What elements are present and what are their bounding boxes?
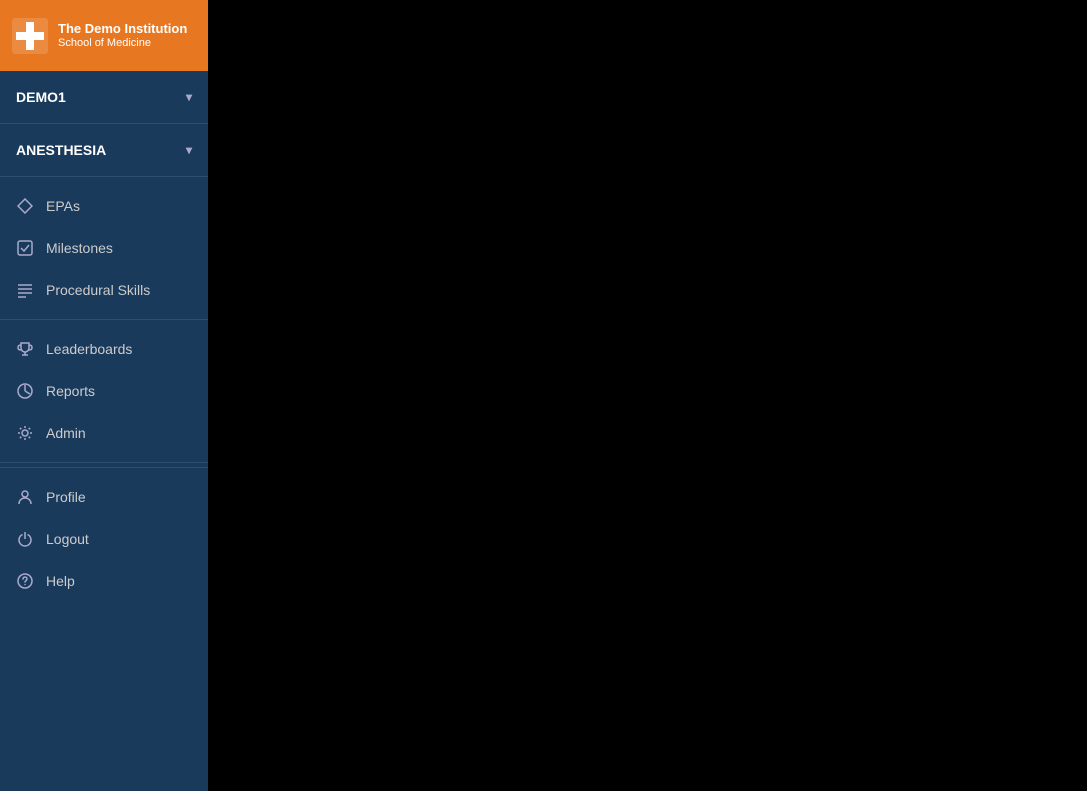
logo-subtitle: School of Medicine: [58, 36, 187, 50]
logo-icon: [12, 18, 48, 54]
user-dropdown-arrow: ▾: [186, 90, 192, 104]
user-dropdown-label: DEMO1: [16, 89, 66, 105]
sidebar-item-reports-label: Reports: [46, 383, 95, 399]
question-icon: [16, 572, 34, 590]
sidebar-item-procedural-skills-label: Procedural Skills: [46, 282, 150, 298]
sidebar-item-leaderboards[interactable]: Leaderboards: [0, 328, 208, 370]
main-nav-section: EPAs Milestones Procedural S: [0, 177, 208, 320]
logo-title: The Demo Institution: [58, 21, 187, 37]
diamond-icon: [16, 197, 34, 215]
sidebar-item-profile[interactable]: Profile: [0, 476, 208, 518]
sidebar-item-help-label: Help: [46, 573, 75, 589]
sidebar-item-epas-label: EPAs: [46, 198, 80, 214]
sidebar-item-milestones-label: Milestones: [46, 240, 113, 256]
sidebar-item-milestones[interactable]: Milestones: [0, 227, 208, 269]
sidebar-item-admin[interactable]: Admin: [0, 412, 208, 454]
secondary-nav-section: Leaderboards Reports Admin: [0, 320, 208, 463]
chart-icon: [16, 382, 34, 400]
sidebar: The Demo Institution School of Medicine …: [0, 0, 208, 791]
user-icon: [16, 488, 34, 506]
sidebar-item-logout-label: Logout: [46, 531, 89, 547]
role-dropdown-label: ANESTHESIA: [16, 142, 106, 158]
main-content: [208, 0, 1087, 791]
check-square-icon: [16, 239, 34, 257]
power-icon: [16, 530, 34, 548]
sidebar-item-epas[interactable]: EPAs: [0, 185, 208, 227]
sidebar-item-leaderboards-label: Leaderboards: [46, 341, 132, 357]
logo-text: The Demo Institution School of Medicine: [58, 21, 187, 51]
trophy-icon: [16, 340, 34, 358]
bottom-nav-section: Profile Logout Help: [0, 467, 208, 610]
sidebar-item-admin-label: Admin: [46, 425, 86, 441]
list-icon: [16, 281, 34, 299]
sidebar-item-help[interactable]: Help: [0, 560, 208, 602]
sidebar-item-logout[interactable]: Logout: [0, 518, 208, 560]
role-dropdown[interactable]: ANESTHESIA ▾: [0, 124, 208, 177]
user-dropdown[interactable]: DEMO1 ▾: [0, 71, 208, 124]
sidebar-item-procedural-skills[interactable]: Procedural Skills: [0, 269, 208, 311]
logo-area: The Demo Institution School of Medicine: [0, 0, 208, 71]
role-dropdown-arrow: ▾: [186, 143, 192, 157]
sidebar-item-profile-label: Profile: [46, 489, 86, 505]
sidebar-item-reports[interactable]: Reports: [0, 370, 208, 412]
gear-icon: [16, 424, 34, 442]
